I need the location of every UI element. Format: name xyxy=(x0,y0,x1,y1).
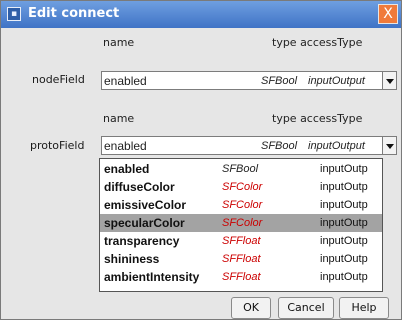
item-type: SFColor xyxy=(222,181,263,193)
item-name: specularColor xyxy=(104,216,185,230)
item-type: SFFloat xyxy=(222,271,261,283)
proto-field-type: SFBool xyxy=(261,140,298,152)
node-field-type: SFBool xyxy=(261,75,298,87)
item-access: inputOutp xyxy=(320,181,368,193)
proto-field-dropdown-button[interactable] xyxy=(382,136,397,155)
item-access: inputOutp xyxy=(320,199,368,211)
dropdown-item[interactable]: emissiveColor SFColor inputOutp xyxy=(100,196,382,214)
proto-field-select[interactable]: enabled SFBool inputOutput xyxy=(101,136,383,155)
item-access: inputOutp xyxy=(320,271,368,283)
node-field-access: inputOutput xyxy=(308,75,365,87)
proto-field-label: protoField xyxy=(30,139,85,152)
node-field-name: enabled xyxy=(104,74,147,88)
item-name: shininess xyxy=(104,252,160,266)
item-name: emissiveColor xyxy=(104,198,187,212)
item-access: inputOutp xyxy=(320,235,368,247)
node-field-select[interactable]: enabled SFBool inputOutput xyxy=(101,71,383,90)
item-type: SFColor xyxy=(222,217,263,229)
item-type: SFColor xyxy=(222,199,263,211)
node-field-dropdown-button[interactable] xyxy=(382,71,397,90)
chevron-down-icon xyxy=(386,144,394,149)
dropdown-item[interactable]: shininess SFFloat inputOutp xyxy=(100,250,382,268)
dropdown-item[interactable]: enabled SFBool inputOutp xyxy=(100,160,382,178)
document-icon: ▪ xyxy=(7,7,21,21)
close-button[interactable]: X xyxy=(378,4,398,24)
title-bar[interactable]: ▪ Edit connect X xyxy=(1,1,401,28)
help-button[interactable]: Help xyxy=(339,297,389,319)
dropdown-item[interactable]: transparency SFFloat inputOutp xyxy=(100,232,382,250)
item-name: diffuseColor xyxy=(104,180,175,194)
proto-field-dropdown-list[interactable]: enabled SFBool inputOutp diffuseColor SF… xyxy=(99,158,383,292)
cancel-button[interactable]: Cancel xyxy=(278,297,334,319)
item-type: SFBool xyxy=(222,163,259,175)
proto-field-access: inputOutput xyxy=(308,140,365,152)
name-column-header: name xyxy=(103,112,135,125)
name-column-header: name xyxy=(103,36,135,49)
proto-field-name: enabled xyxy=(104,139,147,153)
item-access: inputOutp xyxy=(320,253,368,265)
item-name: transparency xyxy=(104,234,180,248)
dropdown-item[interactable]: diffuseColor SFColor inputOutp xyxy=(100,178,382,196)
chevron-down-icon xyxy=(386,79,394,84)
type-access-column-header: type accessType xyxy=(272,36,363,49)
item-access: inputOutp xyxy=(320,163,368,175)
item-type: SFFloat xyxy=(222,235,261,247)
dropdown-item[interactable]: ambientIntensity SFFloat inputOutp xyxy=(100,268,382,286)
item-name: enabled xyxy=(104,162,150,176)
item-access: inputOutp xyxy=(320,217,368,229)
ok-button[interactable]: OK xyxy=(231,297,271,319)
item-type: SFFloat xyxy=(222,253,261,265)
dialog-title: Edit connect xyxy=(28,6,120,21)
item-name: ambientIntensity xyxy=(104,270,200,284)
edit-connect-dialog: ▪ Edit connect X name type accessType no… xyxy=(0,0,402,320)
type-access-column-header: type accessType xyxy=(272,112,363,125)
dropdown-item[interactable]: specularColor SFColor inputOutp xyxy=(100,214,382,232)
node-field-label: nodeField xyxy=(32,73,85,86)
